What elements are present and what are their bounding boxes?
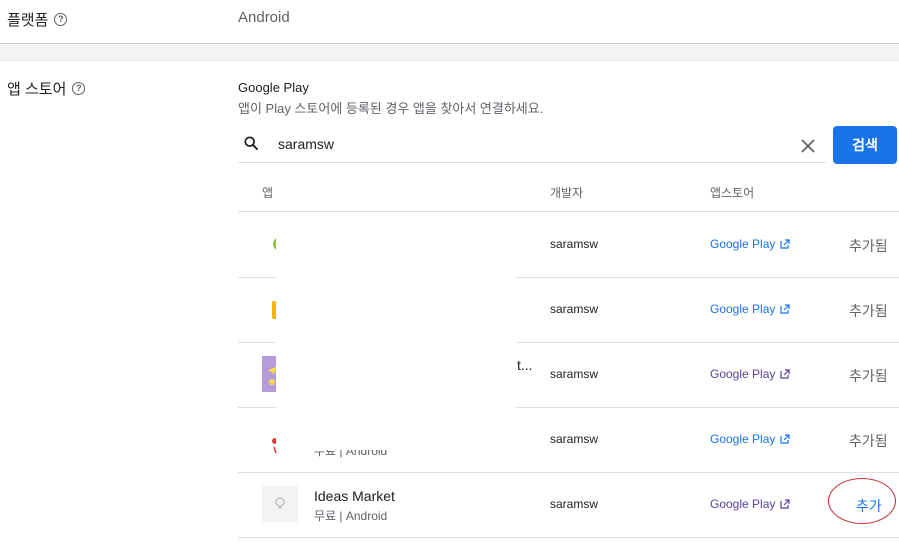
- google-play-link[interactable]: Google Play: [710, 237, 790, 251]
- store-description: 앱이 Play 스토어에 등록된 경우 앱을 찾아서 연결하세요.: [238, 101, 544, 116]
- store-link-text: Google Play: [710, 497, 776, 511]
- platform-value: Android: [238, 9, 290, 26]
- search-icon: [244, 136, 258, 150]
- developer-name: saramsw: [550, 432, 599, 446]
- platform-label-text: 플랫폼: [7, 12, 49, 29]
- developer-name: saramsw: [550, 367, 599, 381]
- google-play-link[interactable]: Google Play: [710, 367, 790, 381]
- developer-name: saramsw: [550, 302, 599, 316]
- store-link-text: Google Play: [710, 237, 776, 251]
- redacted-area: [276, 212, 516, 450]
- store-title: Google Play: [238, 80, 309, 95]
- developer-name: saramsw: [550, 237, 599, 251]
- section-divider: [0, 43, 899, 61]
- search-input[interactable]: [278, 136, 778, 152]
- status-added: 추가됨: [849, 433, 888, 449]
- search-button[interactable]: 검색: [833, 126, 897, 164]
- external-link-icon: [780, 434, 790, 444]
- app-name: Ideas Market: [314, 488, 395, 504]
- store-link-text: Google Play: [710, 367, 776, 381]
- status-added: 추가됨: [849, 238, 888, 254]
- app-name-truncated: t...: [517, 357, 533, 373]
- app-subtitle: 무료 | Android: [314, 509, 388, 523]
- external-link-icon: [780, 239, 790, 249]
- store-link-text: Google Play: [710, 302, 776, 316]
- close-icon[interactable]: [800, 138, 816, 154]
- annotation-circle: [828, 478, 896, 524]
- status-added: 추가됨: [849, 303, 888, 319]
- external-link-icon: [780, 304, 790, 314]
- column-header-app: 앱: [262, 186, 274, 200]
- search-box: [238, 128, 826, 163]
- column-header-store: 앱스토어: [710, 186, 755, 200]
- platform-label: 플랫폼 ?: [7, 9, 68, 30]
- developer-name: saramsw: [550, 497, 599, 511]
- app-store-label: 앱 스토어 ?: [7, 78, 86, 99]
- status-added: 추가됨: [849, 368, 888, 384]
- column-header-developer: 개발자: [550, 186, 584, 200]
- external-link-icon: [780, 499, 790, 509]
- lightbulb-icon: [262, 486, 298, 522]
- google-play-link[interactable]: Google Play: [710, 497, 790, 511]
- external-link-icon: [780, 369, 790, 379]
- app-store-label-text: 앱 스토어: [7, 81, 67, 98]
- table-row: Ideas Market 무료 | Android saramsw Google…: [238, 472, 899, 538]
- help-icon[interactable]: ?: [54, 13, 68, 26]
- google-play-link[interactable]: Google Play: [710, 302, 790, 316]
- help-icon[interactable]: ?: [72, 82, 86, 95]
- google-play-link[interactable]: Google Play: [710, 432, 790, 446]
- store-link-text: Google Play: [710, 432, 776, 446]
